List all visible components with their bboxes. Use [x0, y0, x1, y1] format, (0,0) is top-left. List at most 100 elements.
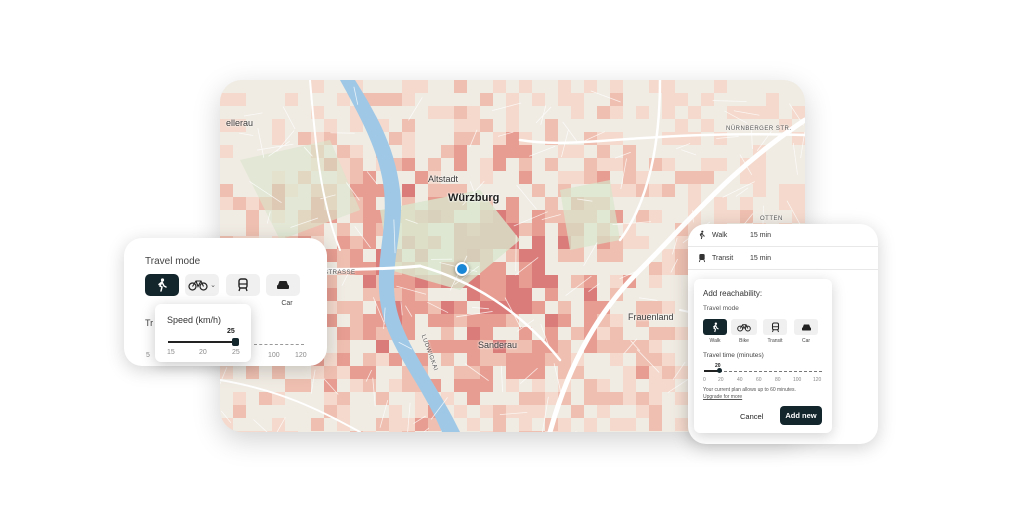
heatmap-cell — [792, 184, 805, 197]
heatmap-cell — [311, 366, 324, 379]
heatmap-cell — [350, 379, 363, 392]
speed-slider-track[interactable] — [168, 341, 236, 343]
heatmap-cell — [727, 210, 740, 223]
travel-time-slider-handle[interactable] — [717, 368, 722, 373]
transit-icon — [238, 278, 248, 292]
heatmap-cell — [337, 353, 350, 366]
transit-icon — [698, 253, 710, 263]
heatmap-cell — [454, 340, 467, 353]
heatmap-cell — [246, 210, 259, 223]
heatmap-cell — [532, 366, 545, 379]
slider-tick: 0 — [703, 377, 706, 383]
street-segment — [562, 121, 579, 144]
heatmap-cell — [701, 158, 714, 171]
location-pin[interactable] — [455, 262, 469, 276]
mode-bike-button[interactable] — [731, 319, 757, 335]
add-new-button[interactable]: Add new — [780, 406, 822, 425]
heatmap-cell — [571, 405, 584, 418]
mode-car-button[interactable] — [266, 274, 300, 296]
heatmap-cell — [376, 327, 389, 340]
heatmap-cell — [480, 353, 493, 366]
heatmap-cell — [337, 366, 350, 379]
street-segment — [774, 130, 788, 143]
heatmap-cell — [519, 418, 532, 431]
cancel-button[interactable]: Cancel — [740, 412, 763, 421]
mode-transit-button[interactable] — [226, 274, 260, 296]
heatmap-cell — [402, 132, 415, 145]
heatmap-cell — [610, 353, 623, 366]
heatmap-cell — [480, 366, 493, 379]
map-label-place: ellerau — [226, 118, 254, 128]
mode-transit-button[interactable] — [763, 319, 787, 335]
mode-bike-button[interactable]: ⌄ — [185, 274, 219, 296]
heatmap-cell — [493, 418, 506, 431]
heatmap-cell — [493, 145, 506, 158]
heatmap-cell — [350, 236, 363, 249]
heatmap-cell — [532, 392, 545, 405]
heatmap-cell — [350, 171, 363, 184]
travel-time-label-partial: Tr — [145, 318, 154, 328]
heatmap-cell — [649, 327, 662, 340]
heatmap-cell — [389, 431, 402, 432]
reachability-item[interactable]: Transit 15 min — [698, 249, 771, 267]
heatmap-cell — [506, 288, 519, 301]
heatmap-cell — [480, 431, 493, 432]
map-label-altstadt: Altstadt — [428, 174, 459, 184]
heatmap-cell — [766, 106, 779, 119]
walk-icon — [712, 322, 719, 332]
heatmap-cell — [636, 340, 649, 353]
heatmap-cell — [506, 249, 519, 262]
heatmap-cell — [675, 418, 688, 431]
heatmap-cell — [272, 431, 285, 432]
heatmap-cell — [571, 93, 584, 106]
heatmap-cell — [649, 418, 662, 431]
heatmap-cell — [623, 366, 636, 379]
heatmap-cell — [493, 353, 506, 366]
heatmap-cell — [701, 171, 714, 184]
heatmap-cell — [402, 158, 415, 171]
heatmap-cell — [571, 171, 584, 184]
heatmap-cell — [506, 145, 519, 158]
heatmap-cell — [402, 314, 415, 327]
heatmap-cell — [220, 418, 233, 431]
heatmap-cell — [558, 80, 571, 93]
heatmap-cell — [662, 327, 675, 340]
travel-time-slider-track[interactable] — [254, 344, 304, 345]
upgrade-link[interactable]: Upgrade for more — [703, 394, 742, 400]
heatmap-cell — [454, 158, 467, 171]
heatmap-cell — [480, 119, 493, 132]
heatmap-cell — [402, 301, 415, 314]
mode-walk-button[interactable] — [703, 319, 727, 335]
mode-walk-label: Walk — [709, 338, 721, 344]
heatmap-cell — [337, 145, 350, 158]
heatmap-cell — [649, 275, 662, 288]
slider-tick: 20 — [718, 377, 724, 383]
heatmap-cell — [506, 405, 519, 418]
heatmap-cell — [480, 405, 493, 418]
travel-mode-label: Travel mode — [703, 305, 739, 312]
street-segment — [238, 132, 254, 136]
heatmap-cell — [402, 379, 415, 392]
heatmap-cell — [415, 418, 428, 431]
heatmap-cell — [519, 392, 532, 405]
heatmap-cell — [363, 353, 376, 366]
heatmap-cell — [220, 93, 233, 106]
heatmap-cell — [389, 379, 402, 392]
mode-walk-button[interactable] — [145, 274, 179, 296]
heatmap-cell — [506, 379, 519, 392]
heatmap-cell — [350, 301, 363, 314]
speed-popup: Speed (km/h) 25 15 20 25 — [155, 304, 251, 362]
mode-car-button[interactable] — [794, 319, 818, 335]
reachability-item[interactable]: Walk 15 min — [698, 226, 771, 244]
heatmap-cell — [662, 158, 675, 171]
heatmap-cell — [480, 327, 493, 340]
speed-slider-handle[interactable] — [232, 338, 239, 346]
reachability-time: 15 min — [750, 231, 772, 239]
heatmap-cell — [532, 210, 545, 223]
slider-tick: 80 — [775, 377, 781, 383]
heatmap-cell — [779, 197, 792, 210]
heatmap-cell — [597, 392, 610, 405]
heatmap-cell — [441, 327, 454, 340]
map-label-nurnberger: NÜRNBERGER STR. — [726, 126, 792, 132]
heatmap-cell — [519, 405, 532, 418]
